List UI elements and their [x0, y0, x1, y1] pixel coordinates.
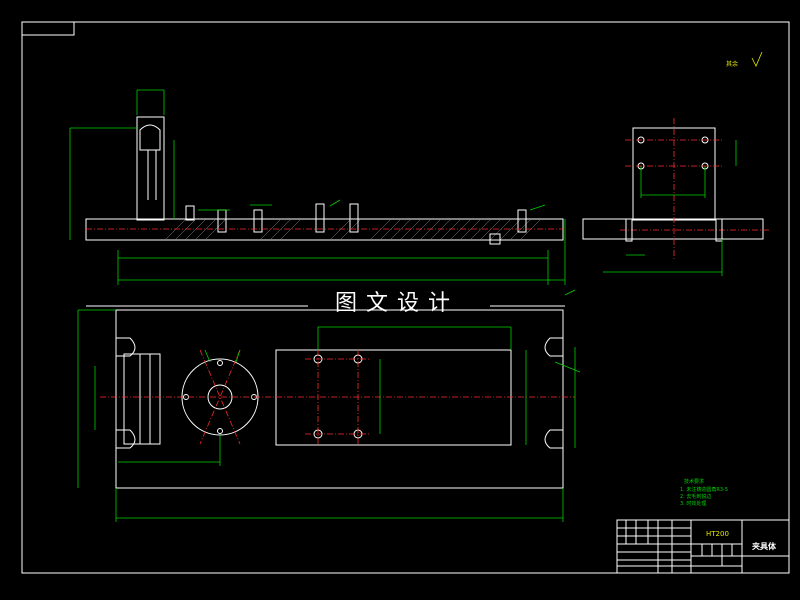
notes-line-1: 1. 未注铸造圆角R3-5 — [680, 486, 728, 493]
drawing-number-box — [21, 21, 75, 36]
notes-line-3: 3. 时效处理 — [680, 500, 706, 507]
technical-notes: 技术要求 1. 未注铸造圆角R3-5 2. 去毛刺锐边 3. 时效处理 — [680, 478, 728, 507]
part-name: 夹具体 — [752, 541, 777, 551]
section-hatching — [164, 218, 542, 241]
cad-drawing: 其余 图文设计 技术要求 1. 未注铸造圆角R3-5 2. 去毛刺锐边 3. 时… — [21, 21, 790, 574]
u-slot-right-bottom — [544, 429, 563, 449]
side-view — [582, 118, 770, 276]
watermark-text: 图文设计 — [335, 291, 459, 316]
u-slot-right-top — [544, 337, 563, 357]
side-view-base — [582, 218, 764, 240]
material-label: HT200 — [706, 530, 729, 538]
u-slot-left-bottom — [116, 429, 136, 449]
notes-line-2: 2. 去毛刺锐边 — [680, 493, 711, 500]
clamp-plate-outline — [275, 349, 512, 446]
top-view-plate — [115, 309, 564, 489]
roughness-annotation: 其余 — [726, 51, 763, 68]
top-view — [77, 309, 581, 522]
column-slot — [139, 124, 161, 151]
watermark-banner: 图文设计 — [86, 284, 576, 318]
title-block: HT200 夹具体 — [616, 519, 790, 574]
notes-title: 技术要求 — [684, 478, 704, 485]
roughness-note: 其余 — [726, 60, 738, 68]
u-slot-left-top — [116, 337, 136, 357]
front-view — [69, 89, 566, 285]
